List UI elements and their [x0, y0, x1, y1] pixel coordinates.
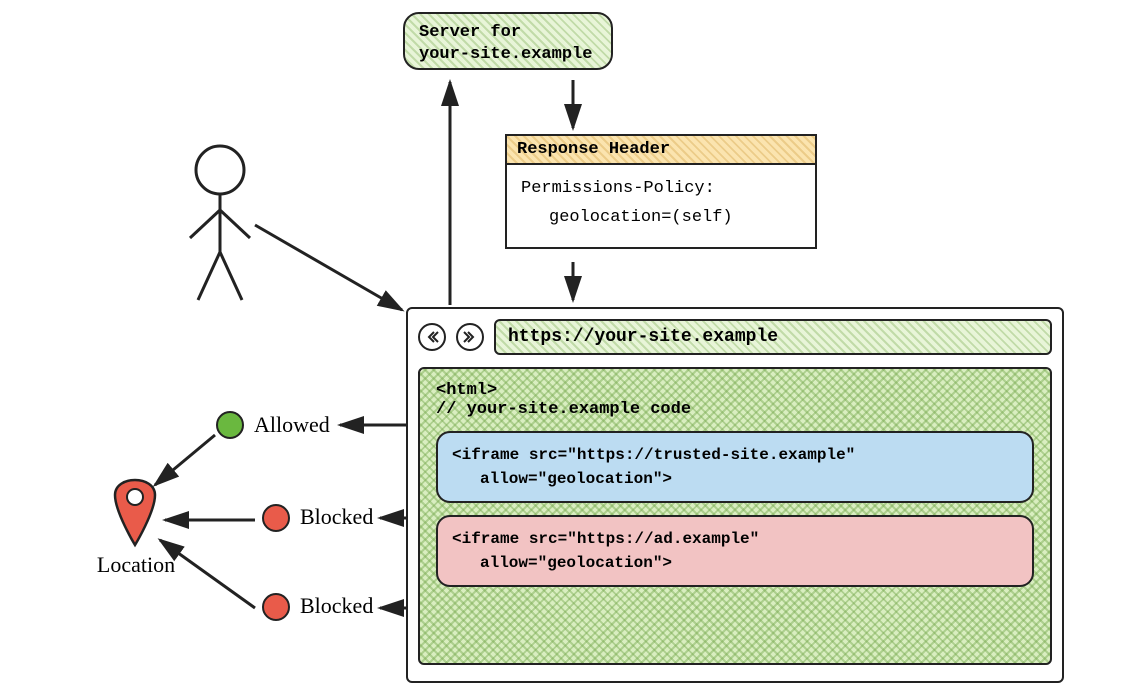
response-header-box: Response Header Permissions-Policy: geol… [505, 134, 817, 249]
status-blocked-1-label: Blocked [300, 504, 373, 530]
location-label: Location [86, 552, 186, 578]
iframe-trusted: <iframe src="https://trusted-site.exampl… [436, 431, 1034, 503]
status-dot-allowed [216, 411, 244, 439]
status-allowed-label: Allowed [254, 412, 330, 438]
status-blocked-2-label: Blocked [300, 593, 373, 619]
response-line2: geolocation=(self) [521, 204, 801, 233]
response-header-title: Response Header [507, 136, 815, 165]
server-node: Server for your-site.example [403, 12, 613, 70]
code-line1: <html> [436, 381, 1034, 400]
server-line2: your-site.example [419, 44, 597, 66]
back-icon [418, 323, 446, 351]
iframe-ad: <iframe src="https://ad.example" allow="… [436, 515, 1034, 587]
status-dot-blocked-1 [262, 504, 290, 532]
status-dot-blocked-2 [262, 593, 290, 621]
iframe-trusted-allow: allow="geolocation"> [452, 467, 1018, 491]
code-line2: // your-site.example code [436, 400, 1034, 419]
page-viewport: <html> // your-site.example code <iframe… [418, 367, 1052, 665]
iframe-trusted-src: <iframe src="https://trusted-site.exampl… [452, 443, 1018, 467]
response-line1: Permissions-Policy: [521, 175, 801, 204]
server-line1: Server for [419, 22, 597, 44]
browser-window: https://your-site.example <html> // your… [406, 307, 1064, 683]
iframe-ad-src: <iframe src="https://ad.example" [452, 527, 1018, 551]
forward-icon [456, 323, 484, 351]
iframe-ad-allow: allow="geolocation"> [452, 551, 1018, 575]
url-bar: https://your-site.example [494, 319, 1052, 355]
